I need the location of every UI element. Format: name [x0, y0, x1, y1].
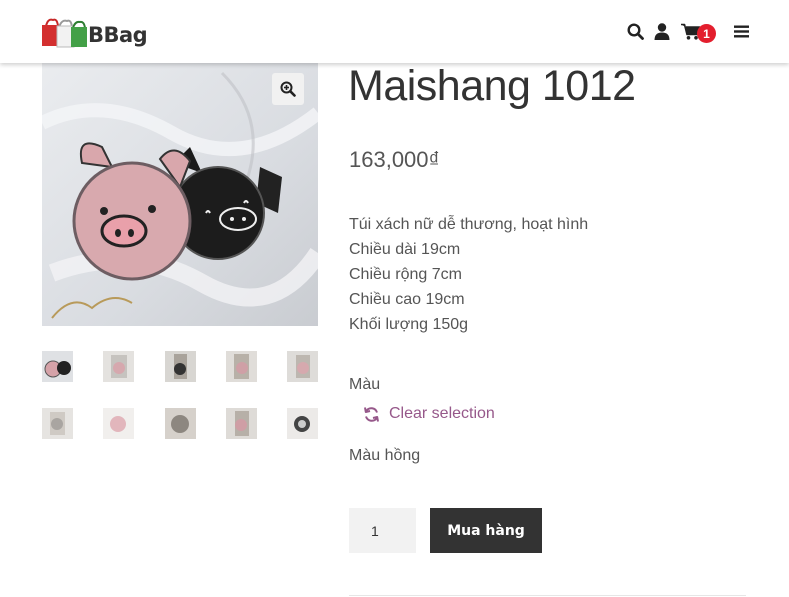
product-price: 163,000₫ — [349, 147, 440, 172]
logo-text: BBag — [88, 23, 148, 47]
thumbnail-7[interactable] — [103, 408, 134, 439]
cart-count-badge: 1 — [697, 24, 716, 43]
user-icon[interactable] — [652, 20, 672, 42]
add-to-cart-button[interactable]: Mua hàng — [430, 508, 542, 553]
product-title: Maishang 1012 — [348, 62, 636, 110]
site-logo[interactable]: BBag — [42, 14, 148, 48]
search-icon[interactable] — [625, 20, 645, 42]
logo-bags-icon — [42, 16, 90, 48]
clear-selection-link[interactable]: Clear selection — [363, 405, 495, 423]
zoom-button[interactable] — [272, 73, 304, 105]
description-line: Khối lượng 150g — [349, 316, 469, 333]
thumbnail-2[interactable] — [103, 351, 134, 382]
thumbnail-3[interactable] — [165, 351, 196, 382]
divider — [349, 595, 746, 596]
thumbnail-8[interactable] — [165, 408, 196, 439]
thumbnail-1[interactable] — [42, 351, 73, 382]
description-line: Chiều cao 19cm — [349, 291, 465, 308]
site-header: BBag 1 — [0, 0, 789, 63]
thumbnail-4[interactable] — [226, 351, 257, 382]
thumbnail-5[interactable] — [287, 351, 318, 382]
selected-color-value: Màu hồng — [349, 447, 421, 464]
thumbnail-6[interactable] — [42, 408, 73, 439]
refresh-icon — [364, 406, 379, 422]
thumbnail-9[interactable] — [226, 408, 257, 439]
description-line: Chiều dài 19cm — [349, 241, 461, 258]
magnify-plus-icon — [280, 81, 296, 97]
color-attribute-label: Màu — [349, 376, 381, 393]
description-line: Chiều rộng 7cm — [349, 266, 462, 283]
menu-icon[interactable] — [731, 20, 751, 42]
description-line: Túi xách nữ dễ thương, hoạt hình — [349, 216, 589, 233]
quantity-input[interactable] — [349, 508, 416, 553]
thumbnail-10[interactable] — [287, 408, 318, 439]
clear-selection-label: Clear selection — [389, 405, 495, 422]
product-description: Túi xách nữ dễ thương, hoạt hình Chiều d… — [349, 212, 588, 337]
